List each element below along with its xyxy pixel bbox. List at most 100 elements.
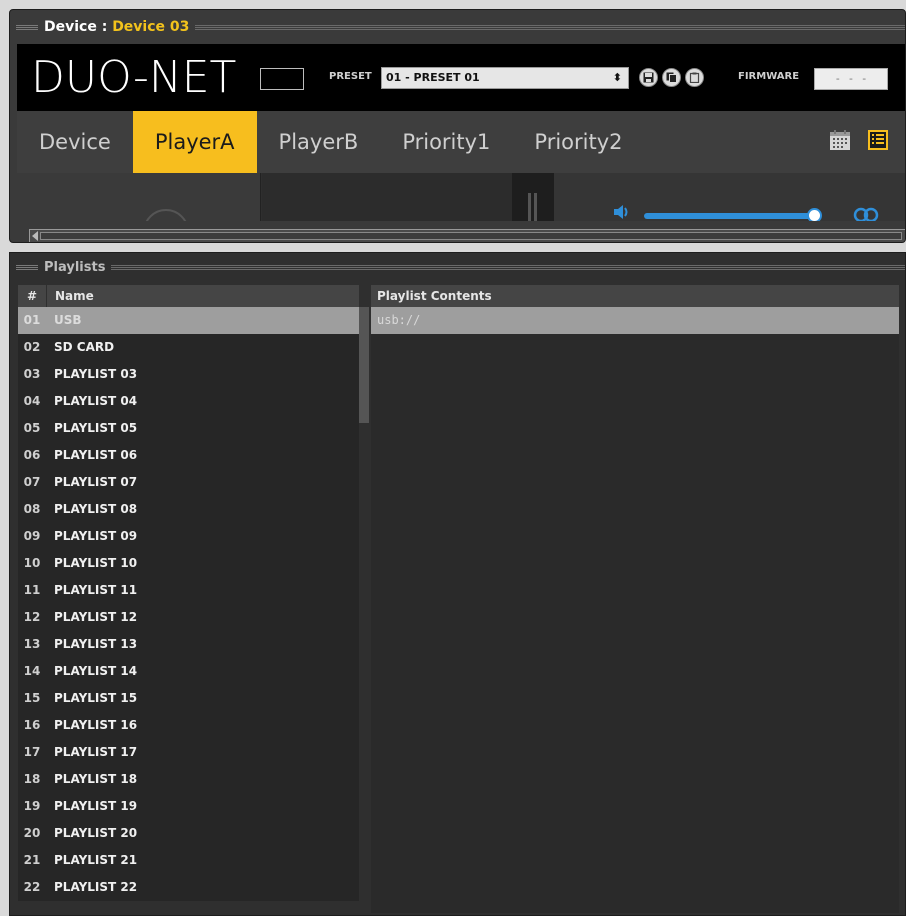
- playlist-row[interactable]: 21 PLAYLIST 21: [18, 847, 359, 874]
- playlist-number: 08: [18, 496, 46, 523]
- playlist-name: PLAYLIST 04: [46, 388, 359, 415]
- playlist-number: 21: [18, 847, 46, 874]
- player-source-block: [17, 173, 261, 221]
- playlist-number: 01: [18, 307, 46, 334]
- playlist-row[interactable]: 22 PLAYLIST 22: [18, 874, 359, 901]
- playlist-row[interactable]: 09 PLAYLIST 09: [18, 523, 359, 550]
- playlist-name: PLAYLIST 10: [46, 550, 359, 577]
- playlist-number: 11: [18, 577, 46, 604]
- playlist-number: 07: [18, 469, 46, 496]
- firmware-label: FIRMWARE: [738, 71, 800, 82]
- playlist-row[interactable]: 16 PLAYLIST 16: [18, 712, 359, 739]
- copy-preset-button[interactable]: [662, 68, 681, 87]
- playlist-number: 02: [18, 334, 46, 361]
- playlists-title: Playlists: [44, 259, 106, 275]
- playlist-number: 03: [18, 361, 46, 388]
- playlist-number: 18: [18, 766, 46, 793]
- column-header-contents: Playlist Contents: [371, 285, 899, 307]
- playlist-row[interactable]: 02 SD CARD: [18, 334, 359, 361]
- playlist-name: SD CARD: [46, 334, 359, 361]
- playlist-row[interactable]: 04 PLAYLIST 04: [18, 388, 359, 415]
- list-icon[interactable]: [867, 129, 889, 151]
- drag-handle-icon[interactable]: [16, 24, 38, 30]
- tab-playera[interactable]: PlayerA: [132, 111, 257, 173]
- playlist-row[interactable]: 10 PLAYLIST 10: [18, 550, 359, 577]
- playlist-row[interactable]: 08 PLAYLIST 08: [18, 496, 359, 523]
- playlist-row[interactable]: 19 PLAYLIST 19: [18, 793, 359, 820]
- device-name: Device 03: [112, 19, 190, 35]
- playlist-row[interactable]: 15 PLAYLIST 15: [18, 685, 359, 712]
- playlist-name: PLAYLIST 20: [46, 820, 359, 847]
- playlist-row[interactable]: 11 PLAYLIST 11: [18, 577, 359, 604]
- tab-playerb[interactable]: PlayerB: [257, 111, 381, 173]
- playlist-name: PLAYLIST 03: [46, 361, 359, 388]
- drag-handle-icon[interactable]: [16, 264, 38, 270]
- playlist-number: 15: [18, 685, 46, 712]
- playlist-number: 09: [18, 523, 46, 550]
- device-panel: Device : Device 03 DUO-NET PRESET 01 - P…: [9, 9, 906, 243]
- firmware-value: - - -: [814, 68, 888, 90]
- playlist-name: PLAYLIST 17: [46, 739, 359, 766]
- playlist-row[interactable]: 01 USB: [18, 307, 359, 334]
- speaker-icon: [614, 205, 628, 219]
- playlist-row[interactable]: 05 PLAYLIST 05: [18, 415, 359, 442]
- playlist-number: 06: [18, 442, 46, 469]
- playlist-name: PLAYLIST 21: [46, 847, 359, 874]
- playlist-name: PLAYLIST 06: [46, 442, 359, 469]
- playlist-number: 20: [18, 820, 46, 847]
- scrollbar-thumb[interactable]: [40, 232, 902, 240]
- playlist-row[interactable]: 07 PLAYLIST 07: [18, 469, 359, 496]
- tab-device[interactable]: Device: [17, 111, 133, 173]
- playlist-name: PLAYLIST 11: [46, 577, 359, 604]
- scroll-left-arrow-icon[interactable]: [32, 231, 38, 241]
- playlist-name: PLAYLIST 16: [46, 712, 359, 739]
- playlist-row[interactable]: 17 PLAYLIST 17: [18, 739, 359, 766]
- save-icon: [643, 72, 654, 83]
- tab-priority2[interactable]: Priority2: [512, 111, 644, 173]
- vertical-scrollbar[interactable]: [359, 307, 369, 423]
- device-panel-title: Device : Device 03: [44, 19, 189, 35]
- playlist-row[interactable]: 14 PLAYLIST 14: [18, 658, 359, 685]
- copy-icon: [666, 72, 677, 83]
- playlist-name: PLAYLIST 09: [46, 523, 359, 550]
- stereo-link-icon[interactable]: [852, 207, 880, 221]
- playlist-name: PLAYLIST 18: [46, 766, 359, 793]
- playlist-row[interactable]: 06 PLAYLIST 06: [18, 442, 359, 469]
- knob-control[interactable]: [143, 209, 189, 221]
- preset-select[interactable]: 01 - PRESET 01 ⬍: [381, 67, 629, 89]
- playlist-name: PLAYLIST 15: [46, 685, 359, 712]
- playlist-row[interactable]: 20 PLAYLIST 20: [18, 820, 359, 847]
- horizontal-scrollbar[interactable]: [29, 229, 905, 242]
- playlist-name: PLAYLIST 08: [46, 496, 359, 523]
- playlist-row[interactable]: 13 PLAYLIST 13: [18, 631, 359, 658]
- playlist-row[interactable]: 03 PLAYLIST 03: [18, 361, 359, 388]
- playlist-number: 16: [18, 712, 46, 739]
- column-header-number: #: [18, 285, 46, 307]
- calendar-icon[interactable]: [829, 129, 851, 151]
- playlists-panel-header[interactable]: Playlists: [10, 253, 905, 281]
- column-header-name[interactable]: Name: [46, 285, 359, 307]
- volume-slider[interactable]: [644, 213, 815, 219]
- playlist-name: PLAYLIST 14: [46, 658, 359, 685]
- status-indicator: [260, 68, 304, 90]
- playlist-number: 19: [18, 793, 46, 820]
- playlist-row[interactable]: 12 PLAYLIST 12: [18, 604, 359, 631]
- preset-label: PRESET: [329, 71, 372, 82]
- tab-icon-group: [829, 129, 889, 151]
- header-divider: [111, 264, 905, 270]
- playlist-row[interactable]: 18 PLAYLIST 18: [18, 766, 359, 793]
- volume-slider-thumb[interactable]: [806, 208, 822, 221]
- playlist-list: 01 USB 02 SD CARD 03 PLAYLIST 03 04 PLAYLIST 04…: [18, 307, 359, 913]
- playlist-name: PLAYLIST 19: [46, 793, 359, 820]
- playlist-content-item[interactable]: usb://: [371, 307, 899, 334]
- device-panel-header[interactable]: Device : Device 03: [10, 10, 905, 44]
- playlist-number: 13: [18, 631, 46, 658]
- header-divider: [195, 24, 905, 30]
- playlist-contents-area: usb://: [371, 307, 899, 913]
- fader-control[interactable]: [512, 173, 554, 221]
- save-preset-button[interactable]: [639, 68, 658, 87]
- playlist-name: PLAYLIST 12: [46, 604, 359, 631]
- tab-priority1[interactable]: Priority1: [380, 111, 512, 173]
- paste-preset-button[interactable]: [685, 68, 704, 87]
- player-display-block: [262, 173, 512, 221]
